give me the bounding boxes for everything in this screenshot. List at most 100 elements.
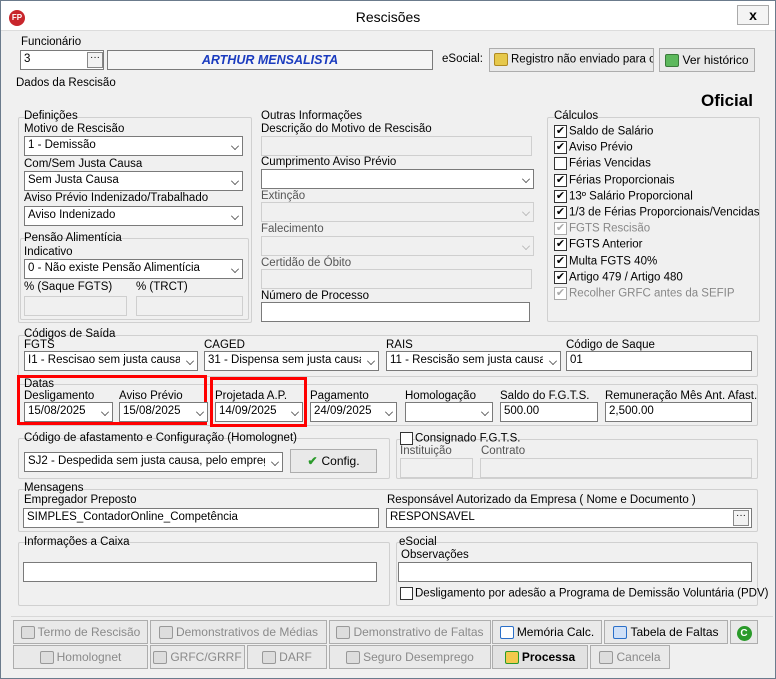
pagamento-date[interactable]: 24/09/2025	[310, 402, 397, 422]
cumprimento-select[interactable]	[261, 169, 534, 189]
cancela-button[interactable]: Cancela	[590, 645, 670, 669]
calculo-checkbox[interactable]: ✔ Multa FGTS 40%	[554, 254, 657, 269]
contrato-label: Contrato	[481, 445, 526, 457]
printer-icon	[39, 651, 54, 665]
consignado-checkbox[interactable]: Consignado F.G.T.S.	[400, 432, 520, 446]
aviso-previo-tipo-select[interactable]: Aviso Indenizado	[24, 206, 243, 226]
grfc-grrf-button[interactable]: GRFC/GRRF	[150, 645, 245, 669]
chevron-down-icon	[231, 265, 239, 273]
saque-fgts-input[interactable]	[24, 296, 127, 316]
remuneracao-input[interactable]: 2,500.00	[605, 402, 752, 422]
afastamento-label: Código de afastamento e Configuração (Ho…	[24, 432, 297, 444]
caged-select[interactable]: 31 - Dispensa sem justa causa	[204, 351, 379, 371]
close-button[interactable]: x	[737, 5, 769, 25]
contrato-input[interactable]	[480, 458, 752, 478]
pdv-checkbox[interactable]: Desligamento por adesão a Programa de De…	[400, 587, 769, 601]
motivo-label: Motivo de Rescisão	[24, 123, 125, 135]
indicativo-select[interactable]: 0 - Não existe Pensão Alimentícia	[24, 259, 243, 279]
chevron-down-icon	[522, 242, 530, 250]
processo-input[interactable]	[261, 302, 530, 322]
darf-button[interactable]: DARF	[247, 645, 327, 669]
extra-button[interactable]: C	[730, 620, 758, 644]
codigo-saque-input[interactable]: 01	[566, 351, 752, 371]
instituicao-label: Instituição	[400, 445, 452, 457]
separator	[11, 616, 773, 617]
calculo-checkbox[interactable]: ✔ FGTS Rescisão	[554, 222, 650, 236]
descricao-motivo-input[interactable]	[261, 136, 532, 156]
ver-historico-button[interactable]: Ver histórico	[659, 48, 755, 72]
mensagens-label: Mensagens	[24, 482, 84, 494]
process-icon	[504, 651, 519, 665]
datas-label: Datas	[24, 378, 55, 390]
certidao-input[interactable]	[261, 269, 532, 289]
funcionario-name: ARTHUR MENSALISTA	[107, 50, 433, 70]
saque-fgts-label: % (Saque FGTS)	[24, 281, 113, 293]
calculo-checkbox[interactable]: ✔ Aviso Prévio	[554, 141, 633, 155]
saldo-fgts-input[interactable]: 500.00	[500, 402, 598, 422]
memoria-calc-button[interactable]: Memória Calc.	[492, 620, 602, 644]
falecimento-select[interactable]	[261, 236, 534, 256]
chevron-down-icon	[481, 408, 489, 416]
chevron-down-icon	[385, 408, 393, 416]
calculo-checkbox[interactable]: ✔ 1/3 de Férias Proporcionais/Vencidas	[554, 206, 760, 220]
info-caixa-input[interactable]	[23, 562, 377, 582]
fgts-code-select[interactable]: I1 - Rescisao sem justa causa por	[24, 351, 198, 371]
homolognet-button[interactable]: Homolognet	[13, 645, 148, 669]
observacoes-input[interactable]	[398, 562, 752, 582]
termo-rescisao-button[interactable]: Termo de Rescisão	[13, 620, 148, 644]
responsavel-lookup-button[interactable]: ···	[733, 510, 749, 526]
extincao-select[interactable]	[261, 202, 534, 222]
motivo-select[interactable]: 1 - Demissão	[24, 136, 243, 156]
chevron-down-icon	[101, 408, 109, 416]
afastamento-select[interactable]: SJ2 - Despedida sem justa causa, pelo em…	[24, 452, 283, 472]
descricao-motivo-label: Descrição do Motivo de Rescisão	[261, 123, 432, 135]
printer-icon	[262, 651, 277, 665]
preposto-label: Empregador Preposto	[24, 494, 137, 506]
demonstrativo-faltas-button[interactable]: Demonstrativo de Faltas	[329, 620, 491, 644]
caged-label: CAGED	[204, 339, 245, 351]
aviso-previo-tipo-label: Aviso Prévio Indenizado/Trabalhado	[24, 192, 209, 204]
calculos-label: Cálculos	[554, 110, 599, 122]
tabela-faltas-button[interactable]: Tabela de Faltas	[604, 620, 728, 644]
projetada-date[interactable]: 14/09/2025	[215, 402, 303, 422]
esocial-status-button[interactable]: Registro não enviado para o	[489, 48, 654, 72]
esocial-icon	[494, 53, 508, 66]
justa-causa-select[interactable]: Sem Justa Causa	[24, 171, 243, 191]
seguro-desemprego-button[interactable]: Seguro Desemprego	[329, 645, 491, 669]
document-icon	[499, 626, 514, 640]
rescisoes-window: FP Rescisões x Funcionário 3 ··· ARTHUR …	[0, 0, 776, 679]
outras-info-label: Outras Informações	[261, 110, 362, 122]
instituicao-input[interactable]	[400, 458, 473, 478]
homologacao-date[interactable]	[405, 402, 493, 422]
processa-button[interactable]: Processa	[492, 645, 588, 669]
printer-icon	[158, 626, 173, 640]
remuneracao-label: Remuneração Mês Ant. Afast.	[605, 390, 758, 402]
trct-input[interactable]	[136, 296, 243, 316]
table-icon	[613, 626, 628, 640]
chevron-down-icon	[549, 357, 557, 365]
chevron-down-icon	[291, 408, 299, 416]
title-bar: FP Rescisões x	[1, 1, 775, 31]
calculo-checkbox[interactable]: ✔ Artigo 479 / Artigo 480	[554, 270, 683, 285]
preposto-input[interactable]: SIMPLES_ContadorOnline_Competência	[23, 508, 379, 528]
refresh-icon: C	[736, 626, 752, 641]
calculo-checkbox[interactable]: ✔ Recolher GRFC antes da SEFIP	[554, 287, 735, 301]
desligamento-date[interactable]: 15/08/2025	[24, 402, 113, 422]
demonstrativo-medias-button[interactable]: Demonstrativos de Médias	[150, 620, 327, 644]
calculo-checkbox[interactable]: Férias Vencidas	[554, 157, 651, 171]
chevron-down-icon	[196, 408, 204, 416]
calculo-checkbox[interactable]: ✔ 13º Salário Proporcional	[554, 189, 693, 204]
info-caixa-label: Informações a Caixa	[24, 536, 130, 548]
config-button[interactable]: ✔ Config.	[290, 449, 377, 473]
rais-label: RAIS	[386, 339, 413, 351]
aviso-previo-date[interactable]: 15/08/2025	[119, 402, 208, 422]
funcionario-lookup-button[interactable]: ···	[87, 52, 103, 68]
responsavel-input[interactable]: RESPONSAVEL	[386, 508, 752, 528]
calculo-checkbox[interactable]: ✔ Saldo de Salário	[554, 125, 653, 139]
extincao-label: Extinção	[261, 190, 306, 202]
chevron-down-icon	[271, 458, 279, 466]
trct-label: % (TRCT)	[136, 281, 188, 293]
calculo-checkbox[interactable]: ✔ FGTS Anterior	[554, 238, 643, 252]
calculo-checkbox[interactable]: ✔ Férias Proporcionais	[554, 173, 674, 188]
rais-select[interactable]: 11 - Rescisão sem justa causa p	[386, 351, 561, 371]
